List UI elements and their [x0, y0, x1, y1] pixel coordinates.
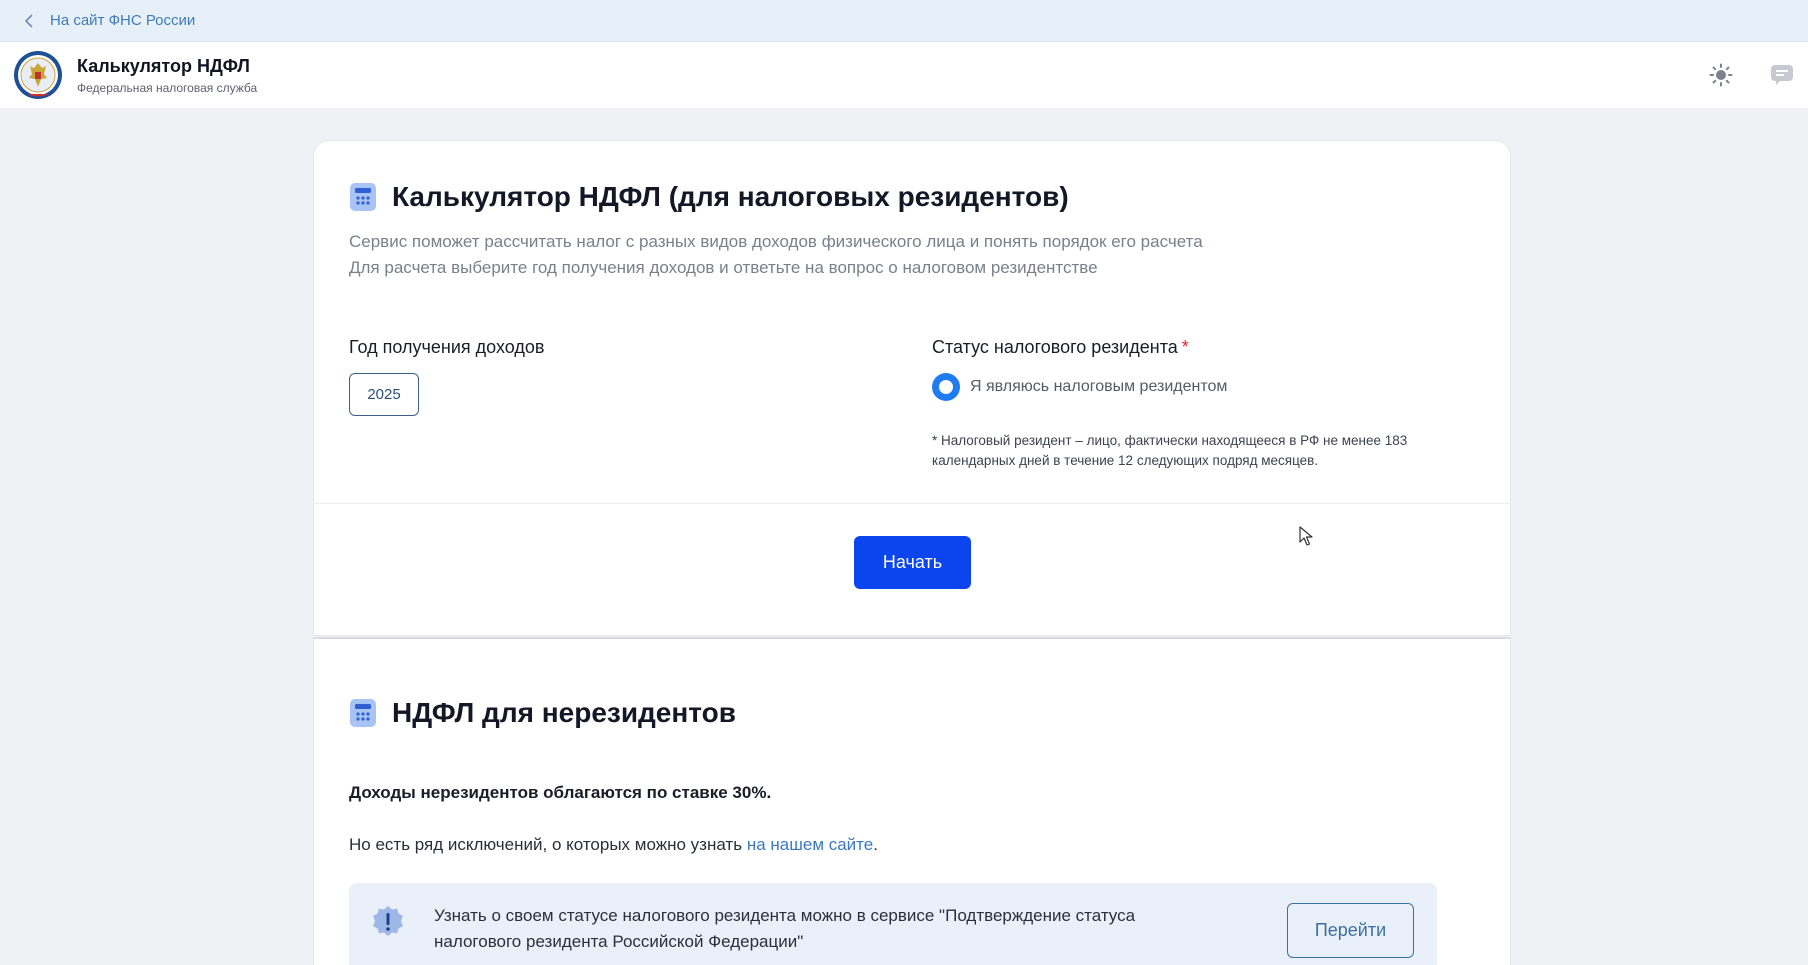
app-header: Калькулятор НДФЛ Федеральная налоговая с…	[0, 42, 1808, 108]
exceptions-tail: .	[873, 835, 878, 854]
app-subtitle: Федеральная налоговая служба	[77, 80, 258, 95]
chevron-left-icon[interactable]	[24, 13, 36, 28]
calculator-title-row: Калькулятор НДФЛ (для налоговых резидент…	[350, 181, 1069, 213]
card-divider	[314, 503, 1510, 504]
top-link-bar: На сайт ФНС России	[0, 0, 1808, 42]
go-button[interactable]: Перейти	[1287, 903, 1414, 958]
note-line-2: календарных дней в течение 12 следующих …	[932, 453, 1319, 468]
calculator-title: Калькулятор НДФЛ (для налоговых резидент…	[392, 181, 1069, 212]
nonresident-title: НДФЛ для нерезидентов	[392, 697, 736, 728]
resident-radio-option[interactable]: Я являюсь налоговым резидентом	[932, 373, 1227, 401]
fns-emblem-logo[interactable]	[13, 50, 63, 100]
year-2025-chip[interactable]: 2025	[349, 373, 419, 416]
theme-toggle-button[interactable]	[1708, 62, 1734, 88]
resident-radio-button[interactable]	[932, 373, 960, 401]
our-site-link[interactable]: на нашем сайте	[747, 835, 873, 854]
nonresident-rate-text: Доходы нерезидентов облагаются по ставке…	[349, 783, 772, 802]
note-line-1: * Налоговый резидент – лицо, фактически …	[932, 433, 1408, 448]
calculator-icon	[350, 183, 376, 211]
calculator-card: Калькулятор НДФЛ (для налоговых резидент…	[313, 140, 1511, 636]
start-button[interactable]: Начать	[854, 536, 971, 589]
info-line-1: Узнать о своем статусе налогового резиде…	[434, 906, 1136, 925]
nonresident-card: НДФЛ для нерезидентов Доходы нерезиденто…	[313, 637, 1511, 965]
info-line-2: налогового резидента Российской Федераци…	[434, 932, 804, 951]
nonresident-exceptions-text: Но есть ряд исключений, о которых можно …	[349, 835, 878, 855]
resident-radio-label: Я являюсь налоговым резидентом	[970, 378, 1228, 395]
description-line-2: Для расчета выберите год получения доход…	[349, 258, 1098, 277]
required-asterisk: *	[1181, 337, 1189, 357]
sun-icon	[1709, 63, 1733, 87]
chat-menu-button[interactable]	[1769, 63, 1795, 87]
app-title: Калькулятор НДФЛ	[77, 55, 250, 76]
resident-status-label-text: Статус налогового резидента	[932, 337, 1178, 357]
description-line-1: Сервис поможет рассчитать налог с разных…	[349, 232, 1203, 251]
status-info-text: Узнать о своем статусе налогового резиде…	[434, 903, 1234, 955]
calculator-icon	[350, 699, 376, 727]
status-info-box: Узнать о своем статусе налогового резиде…	[349, 883, 1437, 965]
calculator-description: Сервис поможет рассчитать налог с разных…	[349, 229, 1203, 281]
year-label: Год получения доходов	[349, 337, 545, 357]
exceptions-text: Но есть ряд исключений, о которых можно …	[349, 835, 747, 854]
exclamation-badge-icon	[373, 906, 403, 936]
chat-icon	[1771, 65, 1793, 85]
resident-status-label: Статус налогового резидента *	[932, 337, 1189, 358]
back-to-fns-link[interactable]: На сайт ФНС России	[50, 12, 195, 29]
resident-definition-note: * Налоговый резидент – лицо, фактически …	[932, 431, 1452, 471]
nonresident-title-row: НДФЛ для нерезидентов	[350, 697, 736, 729]
